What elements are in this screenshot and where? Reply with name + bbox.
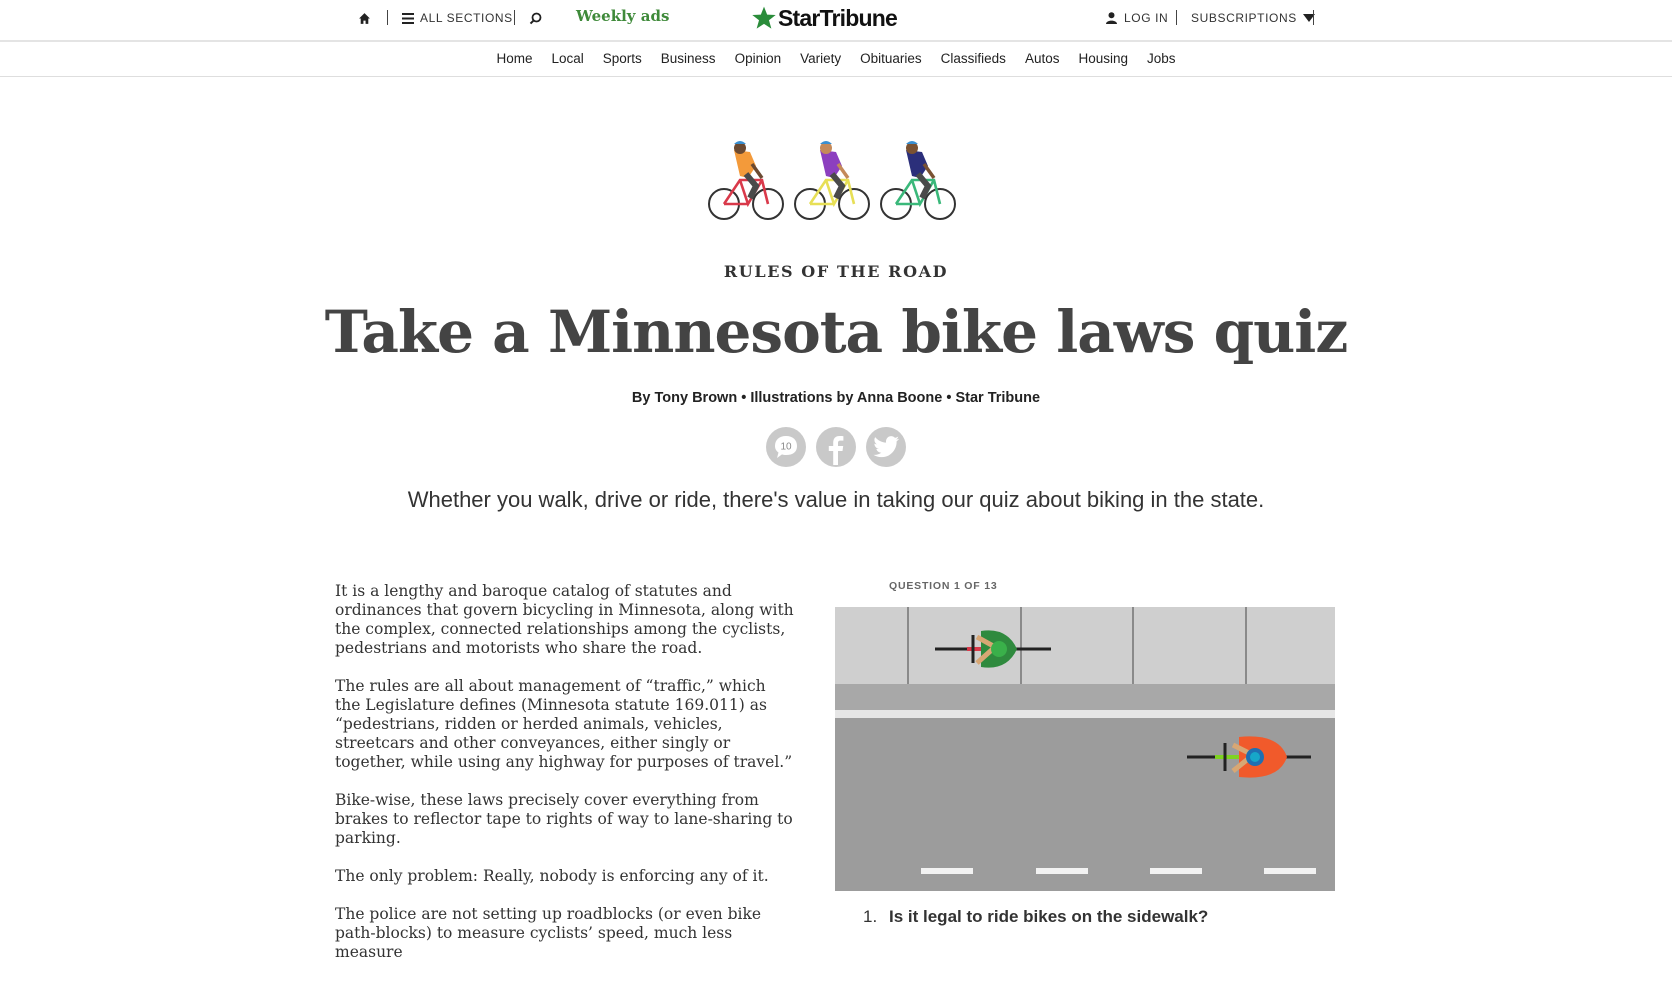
nav-home[interactable]: Home [496, 51, 532, 66]
brand-name: StarTribune [778, 4, 898, 31]
question-text: Is it legal to ride bikes on the sidewal… [889, 907, 1209, 926]
subscriptions-dropdown[interactable]: SUBSCRIPTIONS [1191, 0, 1315, 36]
divider [1313, 10, 1314, 25]
body-paragraph: Bike-wise, these laws precisely cover ev… [335, 791, 793, 847]
share-buttons: 10 [766, 427, 906, 467]
weekly-ads-link[interactable]: Weekly ads [576, 0, 669, 34]
article-headline: Take a Minnesota bike laws quiz [324, 298, 1349, 366]
user-icon [1106, 12, 1117, 24]
nav-jobs[interactable]: Jobs [1147, 51, 1176, 66]
nav-autos[interactable]: Autos [1025, 51, 1060, 66]
question-counter: QUESTION 1 OF 13 [889, 580, 998, 592]
nav-classifieds[interactable]: Classifieds [941, 51, 1006, 66]
twitter-icon [873, 436, 899, 458]
nav-local[interactable]: Local [551, 51, 583, 66]
comment-icon: 10 [775, 436, 797, 458]
cyclist-navy [880, 141, 956, 220]
body-paragraph: It is a lengthy and baroque catalog of s… [335, 582, 794, 657]
comments-button[interactable]: 10 [766, 427, 806, 467]
comment-count: 10 [780, 442, 792, 453]
cyclists-illustration [708, 141, 956, 220]
divider [387, 10, 388, 25]
log-in-button[interactable]: LOG IN [1106, 0, 1168, 36]
quiz-question: 1. Is it legal to ride bikes on the sidew… [863, 907, 1343, 927]
facebook-icon [828, 436, 844, 465]
cyclist-orange [708, 141, 784, 220]
article-dek: Whether you walk, drive or ride, there's… [407, 487, 1265, 512]
all-sections-button[interactable]: ALL SECTIONS [402, 0, 513, 36]
star-icon [752, 6, 776, 29]
brand-logo[interactable]: StarTribune [750, 0, 898, 36]
article-kicker: RULES OF THE ROAD [723, 262, 949, 281]
nav-opinion[interactable]: Opinion [735, 51, 782, 66]
search-icon[interactable] [529, 0, 542, 36]
divider [514, 10, 515, 25]
section-nav: Home Local Sports Business Opinion Varie… [0, 40, 1672, 77]
body-paragraph: The rules are all about management of “t… [335, 677, 793, 771]
body-paragraph: The only problem: Really, nobody is enfo… [335, 867, 769, 885]
nav-housing[interactable]: Housing [1078, 51, 1128, 66]
article-byline: By Tony Brown • Illustrations by Anna Bo… [631, 390, 1041, 406]
body-paragraph: The police are not setting up roadblocks… [335, 905, 762, 961]
quiz-illustration [835, 607, 1335, 891]
cyclist-purple [794, 141, 870, 220]
top-utility-bar: ALL SECTIONS Weekly ads StarTribune LOG … [0, 0, 1672, 42]
all-sections-label: ALL SECTIONS [420, 11, 513, 25]
question-number: 1. [863, 907, 878, 926]
nav-business[interactable]: Business [661, 51, 716, 66]
log-in-label: LOG IN [1124, 11, 1169, 25]
subscriptions-label: SUBSCRIPTIONS [1191, 11, 1297, 25]
home-icon[interactable] [358, 0, 371, 36]
nav-obituaries[interactable]: Obituaries [860, 51, 922, 66]
nav-sports[interactable]: Sports [603, 51, 642, 66]
nav-variety[interactable]: Variety [800, 51, 841, 66]
quiz-module: QUESTION 1 OF 13 1. Is it legal to ride … [835, 580, 1335, 926]
twitter-share-button[interactable] [866, 427, 906, 467]
divider [1176, 10, 1177, 25]
article-body: It is a lengthy and baroque catalog of s… [335, 582, 795, 981]
facebook-share-button[interactable] [816, 427, 856, 467]
hamburger-icon [402, 12, 414, 24]
